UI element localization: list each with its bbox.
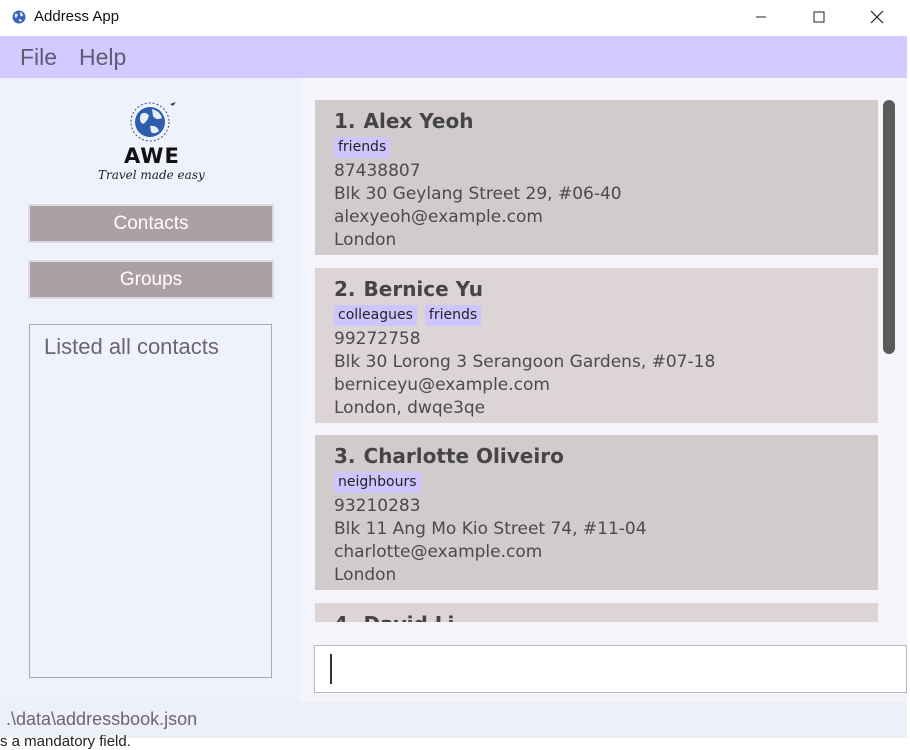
- tag-list: colleagues friends: [334, 303, 859, 328]
- awe-logo: AWE Travel made easy: [96, 96, 208, 188]
- minimize-button[interactable]: [732, 0, 790, 34]
- contact-name: Bernice Yu: [363, 277, 483, 301]
- contact-phone: 93210283: [334, 496, 421, 516]
- contact-phone: 99272758: [334, 329, 421, 349]
- logo-title: AWE: [124, 144, 180, 168]
- contact-extra: London, dwqe3qe: [334, 398, 486, 418]
- globe-app-icon: [12, 10, 26, 24]
- background-text: s a mandatory field.: [0, 733, 131, 750]
- contacts-button[interactable]: Contacts: [28, 204, 274, 243]
- contact-index: 3.: [334, 444, 356, 468]
- contact-email: charlotte@example.com: [334, 542, 543, 562]
- tag: neighbours: [334, 472, 421, 493]
- contact-address: Blk 11 Ang Mo Kio Street 74, #11-04: [334, 519, 647, 539]
- scrollbar-thumb[interactable]: [883, 100, 895, 354]
- result-display[interactable]: Listed all contacts: [29, 324, 272, 678]
- contact-card[interactable]: 4. David Li: [315, 603, 878, 622]
- contact-card[interactable]: 2. Bernice Yu colleagues friends 99272758…: [315, 268, 878, 423]
- contact-list[interactable]: 1. Alex Yeoh friends 87438807 Blk 30 Geyl…: [300, 78, 907, 622]
- contact-name-row: 1. Alex Yeoh: [334, 108, 859, 135]
- save-file-path: .\data\addressbook.json: [6, 709, 198, 729]
- contact-card[interactable]: 1. Alex Yeoh friends 87438807 Blk 30 Geyl…: [315, 100, 878, 255]
- text-caret: [330, 654, 332, 684]
- contact-extra: London: [334, 565, 397, 585]
- maximize-button[interactable]: [790, 0, 848, 34]
- contact-email: alexyeoh@example.com: [334, 207, 543, 227]
- address-app-window: Address App File Help AWE Travel made ea…: [0, 0, 907, 743]
- menu-file[interactable]: File: [20, 44, 57, 71]
- minimize-icon: [756, 16, 766, 18]
- logo-tagline: Travel made easy: [98, 168, 205, 182]
- window-title: Address App: [34, 8, 120, 25]
- contact-address: Blk 30 Geylang Street 29, #06-40: [334, 184, 622, 204]
- contact-name-row: 3. Charlotte Oliveiro: [334, 443, 859, 470]
- status-bar: .\data\addressbook.json: [0, 702, 907, 738]
- contact-index: 4.: [334, 612, 356, 622]
- contact-extra: London: [334, 230, 397, 250]
- contact-name: David Li: [364, 612, 455, 622]
- contact-name: Alex Yeoh: [363, 109, 474, 133]
- contact-email: berniceyu@example.com: [334, 375, 550, 395]
- contact-index: 1.: [334, 109, 356, 133]
- tag: colleagues: [334, 305, 417, 326]
- contact-card[interactable]: 3. Charlotte Oliveiro neighbours 93210283…: [315, 435, 878, 590]
- left-panel: AWE Travel made easy Contacts Groups Lis…: [0, 78, 300, 702]
- command-input[interactable]: [314, 645, 907, 693]
- contact-address: Blk 30 Lorong 3 Serangoon Gardens, #07-1…: [334, 352, 716, 372]
- tag-list: friends: [334, 135, 859, 160]
- result-message: Listed all contacts: [44, 334, 219, 359]
- menu-bar: File Help: [0, 36, 907, 78]
- maximize-icon: [813, 11, 825, 23]
- main-area: AWE Travel made easy Contacts Groups Lis…: [0, 78, 907, 702]
- menu-help[interactable]: Help: [79, 44, 126, 71]
- contact-phone: 87438807: [334, 161, 421, 181]
- contact-index: 2.: [334, 277, 356, 301]
- contact-name-row: 2. Bernice Yu: [334, 276, 859, 303]
- contact-name-row: 4. David Li: [334, 611, 859, 622]
- tag: friends: [424, 305, 482, 326]
- close-icon: [870, 10, 884, 24]
- tag: friends: [334, 137, 391, 158]
- close-button[interactable]: [848, 0, 906, 34]
- groups-button[interactable]: Groups: [28, 260, 274, 299]
- title-bar[interactable]: Address App: [0, 0, 907, 36]
- command-area: [300, 622, 907, 702]
- contact-name: Charlotte Oliveiro: [363, 444, 564, 468]
- tag-list: neighbours: [334, 470, 859, 495]
